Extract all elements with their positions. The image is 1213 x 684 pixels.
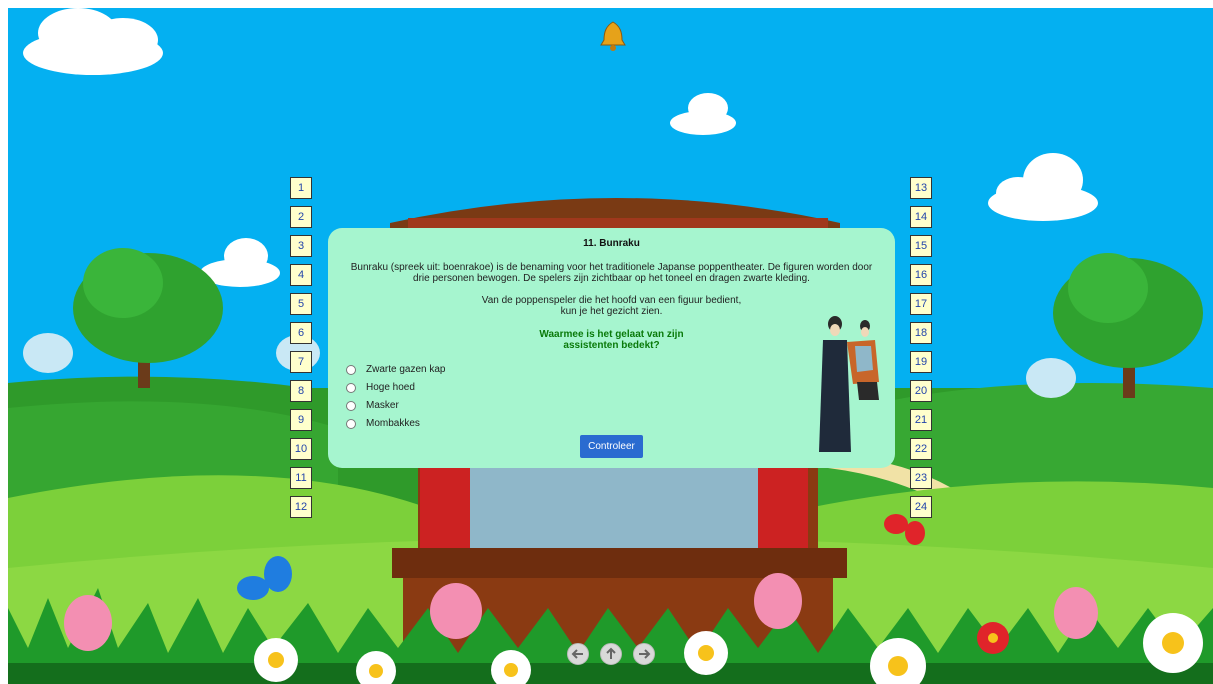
question-number-17[interactable]: 17 <box>910 293 932 315</box>
radio-button[interactable] <box>346 400 356 411</box>
question-number-10[interactable]: 10 <box>290 438 312 460</box>
question-number-11[interactable]: 11 <box>290 467 312 489</box>
question-panel: 11. Bunraku Bunraku (spreek uit: boenrak… <box>328 228 895 468</box>
answer-option-2[interactable]: Hoge hoed <box>346 382 415 393</box>
question-number-3[interactable]: 3 <box>290 235 312 257</box>
question-context-line-2: kun je het gezicht zien. <box>560 306 663 317</box>
question-prompt-line-2: assistenten bedekt? <box>563 340 660 351</box>
question-number-2[interactable]: 2 <box>290 206 312 228</box>
nav-back-button[interactable] <box>567 643 589 665</box>
arrow-up-icon <box>606 647 616 659</box>
question-number-13[interactable]: 13 <box>910 177 932 199</box>
question-intro: Bunraku (spreek uit: boenrakoe) is de be… <box>350 262 873 284</box>
question-number-23[interactable]: 23 <box>910 467 932 489</box>
top-tab-right <box>628 0 690 6</box>
question-prompt-line-1: Waarmee is het gelaat van zijn <box>539 329 684 340</box>
answer-option-4[interactable]: Mombakkes <box>346 418 420 429</box>
question-number-21[interactable]: 21 <box>910 409 932 431</box>
question-number-12[interactable]: 12 <box>290 496 312 518</box>
radio-button[interactable] <box>346 382 356 393</box>
question-number-20[interactable]: 20 <box>910 380 932 402</box>
nav-forward-button[interactable] <box>633 643 655 665</box>
question-title: 11. Bunraku <box>583 238 640 249</box>
question-number-19[interactable]: 19 <box>910 351 932 373</box>
top-tab-left <box>536 0 598 6</box>
answer-option-3[interactable]: Masker <box>346 400 399 411</box>
question-number-15[interactable]: 15 <box>910 235 932 257</box>
question-number-14[interactable]: 14 <box>910 206 932 228</box>
question-number-16[interactable]: 16 <box>910 264 932 286</box>
question-number-6[interactable]: 6 <box>290 322 312 344</box>
check-button[interactable]: Controleer <box>580 435 643 458</box>
answer-option-label: Mombakkes <box>366 418 420 429</box>
nav-up-button[interactable] <box>600 643 622 665</box>
radio-button[interactable] <box>346 418 356 429</box>
question-number-9[interactable]: 9 <box>290 409 312 431</box>
bunraku-puppet-image <box>819 316 879 452</box>
question-number-18[interactable]: 18 <box>910 322 932 344</box>
question-prompt: Waarmee is het gelaat van zijn assistent… <box>508 329 715 351</box>
question-number-24[interactable]: 24 <box>910 496 932 518</box>
answer-option-label: Zwarte gazen kap <box>366 364 446 375</box>
question-number-7[interactable]: 7 <box>290 351 312 373</box>
question-number-22[interactable]: 22 <box>910 438 932 460</box>
arrow-right-icon <box>639 649 651 659</box>
answer-option-label: Masker <box>366 400 399 411</box>
answer-option-label: Hoge hoed <box>366 382 415 393</box>
question-context-line-1: Van de poppenspeler die het hoofd van ee… <box>481 295 742 306</box>
bell-icon[interactable] <box>598 20 628 52</box>
question-number-4[interactable]: 4 <box>290 264 312 286</box>
question-context: Van de poppenspeler die het hoofd van ee… <box>468 295 755 317</box>
question-number-8[interactable]: 8 <box>290 380 312 402</box>
radio-button[interactable] <box>346 364 356 375</box>
answer-option-1[interactable]: Zwarte gazen kap <box>346 364 446 375</box>
arrow-left-icon <box>571 649 583 659</box>
question-number-1[interactable]: 1 <box>290 177 312 199</box>
question-number-5[interactable]: 5 <box>290 293 312 315</box>
